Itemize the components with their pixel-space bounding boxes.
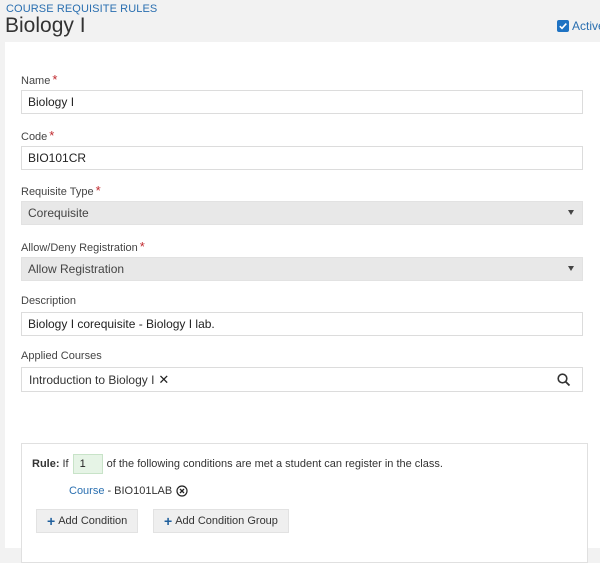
course-tag: Introduction to Biology I ✕ bbox=[29, 372, 169, 388]
condition-count-value: 1 bbox=[79, 458, 86, 470]
code-input[interactable]: BIO101CR bbox=[21, 146, 583, 170]
page-title: Biology I bbox=[5, 14, 86, 37]
description-label-text: Description bbox=[21, 295, 77, 307]
close-circle-icon[interactable] bbox=[176, 485, 188, 497]
rule-sentence: Rule: If 1 of the following conditions a… bbox=[32, 454, 443, 474]
requisite-type-select[interactable]: Corequisite bbox=[21, 201, 583, 225]
chevron-down-icon bbox=[568, 210, 574, 215]
applied-courses-input[interactable]: Introduction to Biology I ✕ bbox=[21, 367, 583, 392]
close-icon[interactable]: ✕ bbox=[158, 372, 169, 388]
applied-courses-label: Applied Courses bbox=[21, 350, 102, 362]
condition-item: Course - BIO101LAB bbox=[69, 485, 188, 497]
code-value: BIO101CR bbox=[28, 151, 87, 165]
course-tag-label: Introduction to Biology I bbox=[29, 372, 155, 387]
code-label-text: Code bbox=[21, 131, 48, 143]
search-icon[interactable] bbox=[556, 372, 572, 388]
allow-deny-value: Allow Registration bbox=[28, 262, 125, 276]
requisite-type-label: Requisite Type * bbox=[21, 183, 101, 198]
description-label: Description bbox=[21, 295, 76, 307]
active-checkbox[interactable]: Active bbox=[557, 19, 600, 33]
name-label: Name * bbox=[21, 72, 57, 87]
condition-count-input[interactable]: 1 bbox=[72, 454, 103, 474]
name-value: Biology I bbox=[28, 95, 75, 109]
description-input[interactable]: Biology I corequisite - Biology I lab. bbox=[21, 312, 583, 336]
required-marker: * bbox=[52, 72, 58, 87]
requisite-type-label-text: Requisite Type bbox=[21, 186, 94, 198]
plus-icon: + bbox=[164, 513, 173, 529]
applied-courses-label-text: Applied Courses bbox=[21, 350, 102, 362]
condition-separator: - bbox=[107, 485, 112, 497]
code-label: Code * bbox=[21, 128, 54, 143]
add-condition-label: Add Condition bbox=[58, 515, 128, 527]
rule-if: If bbox=[62, 458, 69, 470]
allow-deny-label-text: Allow/Deny Registration bbox=[21, 242, 138, 254]
add-condition-button[interactable]: + Add Condition bbox=[36, 509, 139, 533]
requisite-type-value: Corequisite bbox=[28, 206, 89, 220]
required-marker: * bbox=[95, 183, 101, 198]
rule-label: Rule: bbox=[32, 458, 60, 470]
plus-icon: + bbox=[47, 513, 56, 529]
chevron-down-icon bbox=[568, 266, 574, 271]
rule-suffix: of the following conditions are met a st… bbox=[106, 458, 443, 470]
allow-deny-label: Allow/Deny Registration * bbox=[21, 239, 145, 254]
allow-deny-select[interactable]: Allow Registration bbox=[21, 257, 583, 281]
form-panel: Name * Biology I Code * BIO101CR Requisite… bbox=[5, 42, 600, 563]
rule-panel: Rule: If 1 of the following conditions a… bbox=[21, 443, 588, 563]
description-value: Biology I corequisite - Biology I lab. bbox=[28, 317, 215, 331]
condition-type-link[interactable]: Course bbox=[69, 485, 104, 497]
required-marker: * bbox=[139, 239, 145, 254]
page-header: COURSE REQUISITE RULES Biology I Active bbox=[0, 0, 600, 42]
required-marker: * bbox=[49, 128, 55, 143]
checkmark-icon bbox=[557, 20, 569, 32]
name-input[interactable]: Biology I bbox=[21, 90, 583, 114]
active-label: Active bbox=[572, 19, 600, 33]
name-label-text: Name bbox=[21, 75, 51, 87]
condition-value: BIO101LAB bbox=[114, 485, 173, 497]
add-condition-group-button[interactable]: + Add Condition Group bbox=[153, 509, 289, 533]
add-condition-group-label: Add Condition Group bbox=[175, 515, 278, 527]
